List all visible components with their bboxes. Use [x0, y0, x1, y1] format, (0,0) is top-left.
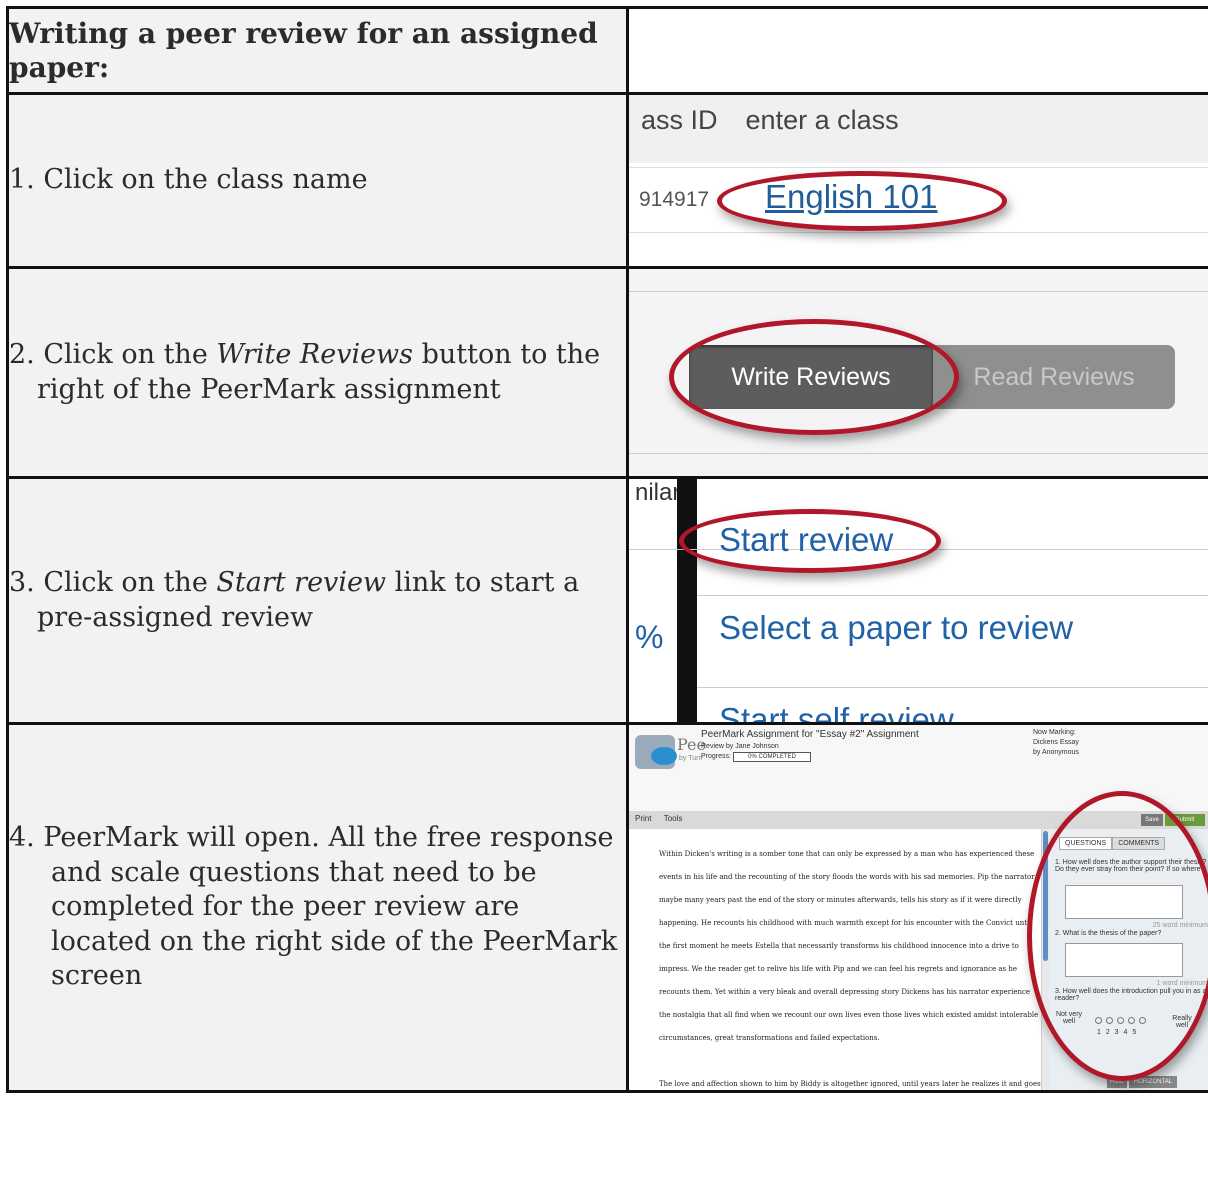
class-list-screenshot: ass ID enter a class 914917 English 101	[630, 96, 1208, 265]
essay-text: Within Dicken's writing is a somber tone…	[659, 843, 1041, 1089]
page-title: Writing a peer review for an assigned pa…	[9, 16, 598, 84]
progress-label: Progress:	[701, 753, 731, 760]
step2-number: 2.	[9, 338, 35, 370]
step4-number: 4.	[9, 822, 35, 854]
step2-text-cell: 2. Click on the Write Reviews button to …	[6, 266, 629, 479]
step1-screenshot: ass ID enter a class 914917 English 101	[626, 92, 1208, 269]
step1-text-cell: 1. Click on the class name	[6, 92, 629, 269]
class-id-value: 914917	[639, 188, 710, 211]
read-reviews-button[interactable]: Read Reviews	[933, 345, 1175, 409]
step3-text-cell: 3. Click on the Start review link to sta…	[6, 476, 629, 725]
row-divider	[697, 595, 1208, 596]
print-menu[interactable]: Print	[635, 814, 651, 823]
step2-body-a: Click on the	[43, 338, 217, 370]
step3-emphasis: Start review	[216, 566, 387, 598]
highlight-ring	[669, 319, 959, 435]
step2-screenshot: Write Reviews Read Reviews	[626, 266, 1208, 479]
step4-text: 4. PeerMark will open. All the free resp…	[9, 821, 625, 994]
step4-text-cell: 4. PeerMark will open. All the free resp…	[6, 722, 629, 1093]
highlight-ring	[717, 171, 1007, 231]
step1-number: 1.	[9, 164, 35, 196]
progress-bar: 0% COMPLETED	[733, 752, 811, 762]
step2-emphasis: Write Reviews	[216, 338, 414, 370]
column-header-fragment: nilar	[635, 479, 681, 507]
class-id-header: ass ID	[641, 105, 718, 135]
title-cell: Writing a peer review for an assigned pa…	[6, 6, 629, 95]
highlight-ring	[679, 509, 941, 573]
highlight-ring	[1027, 791, 1208, 1081]
peermark-screenshot: Pee by Turn PeerMark Assignment for "Ess…	[630, 726, 1208, 1089]
speech-bubble-icon	[651, 747, 677, 765]
reviewer-name: Review by Jane Johnson	[701, 743, 779, 750]
self-review-link[interactable]: Start self review	[719, 701, 954, 721]
step3-text: 3. Click on the Start review link to sta…	[9, 566, 625, 635]
assignment-title: PeerMark Assignment for "Essay #2" Assig…	[701, 729, 919, 740]
step4-screenshot: Pee by Turn PeerMark Assignment for "Ess…	[626, 722, 1208, 1093]
instruction-table: Writing a peer review for an assigned pa…	[6, 6, 1208, 1093]
essay-paragraph: Within Dicken's writing is a somber tone…	[659, 850, 1039, 1042]
now-marking-label: Now Marking:	[1033, 729, 1076, 736]
step3-screenshot: nilar Start review % Select a paper to r…	[626, 476, 1208, 725]
logo-by: by Turn	[679, 755, 703, 762]
review-links-screenshot: nilar Start review % Select a paper to r…	[630, 479, 1208, 721]
divider	[630, 453, 1208, 454]
essay-paragraph: The love and affection shown to him by B…	[659, 1080, 1041, 1088]
step4-body: PeerMark will open. All the free respons…	[43, 822, 618, 992]
percent-fragment: %	[635, 619, 664, 655]
step3-body-a: Click on the	[43, 566, 217, 598]
step1-text: 1. Click on the class name	[9, 163, 625, 198]
row-divider	[697, 687, 1208, 688]
class-header-row: ass ID enter a class	[630, 96, 1208, 163]
step1-body: Click on the class name	[43, 164, 368, 196]
step3-number: 3.	[9, 566, 35, 598]
vertical-rule	[677, 480, 697, 721]
paper-author: by Anonymous	[1033, 749, 1079, 756]
paper-title: Dickens Essay	[1033, 739, 1079, 746]
title-blank-cell	[626, 6, 1208, 95]
review-buttons-screenshot: Write Reviews Read Reviews	[630, 270, 1208, 475]
select-paper-link[interactable]: Select a paper to review	[719, 609, 1073, 647]
divider	[630, 291, 1208, 292]
step2-text: 2. Click on the Write Reviews button to …	[9, 338, 625, 407]
enter-class-header: enter a class	[745, 105, 899, 135]
tools-menu[interactable]: Tools	[664, 814, 683, 823]
